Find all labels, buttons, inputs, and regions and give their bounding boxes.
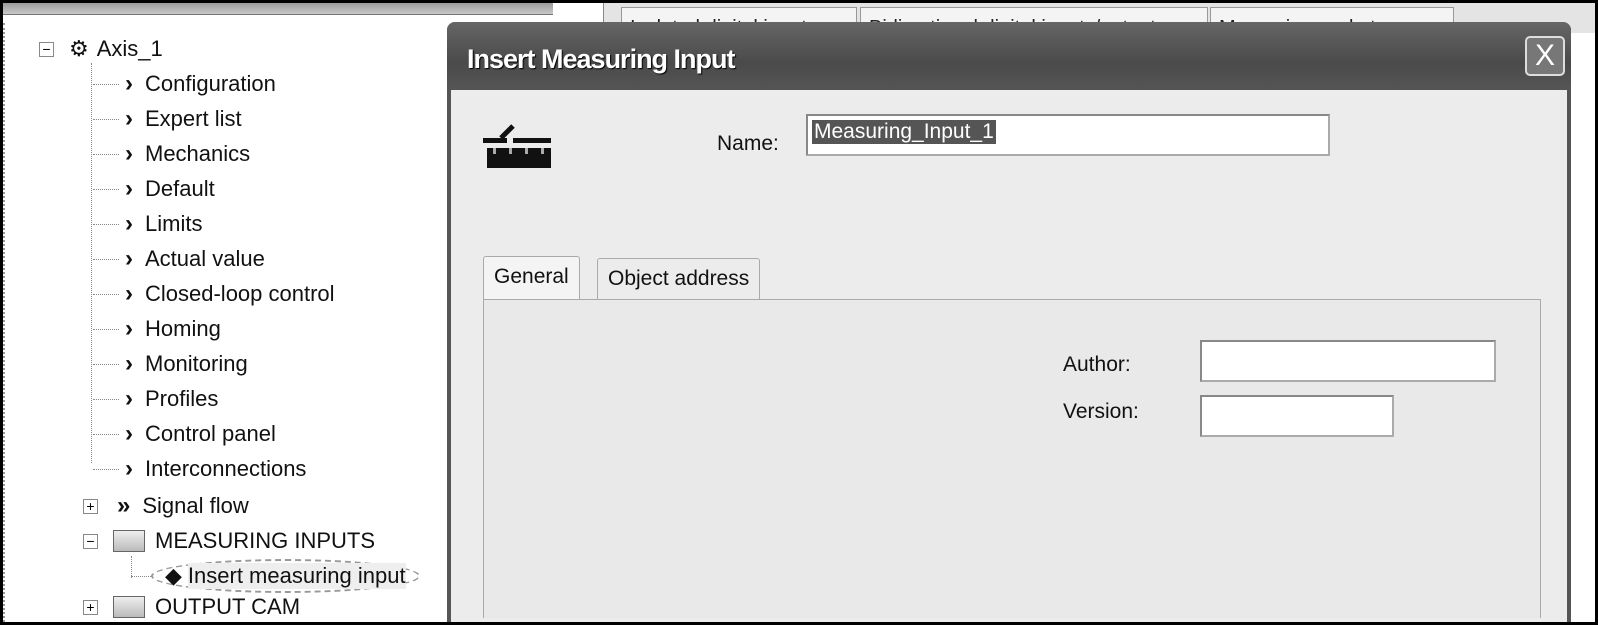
- tree-node-mechanics[interactable]: › Mechanics: [125, 139, 250, 169]
- tab-general[interactable]: General: [483, 256, 580, 300]
- tree-connector: [93, 294, 119, 295]
- chevron-right-icon: ›: [125, 210, 133, 237]
- chevron-right-icon: ›: [125, 175, 133, 202]
- chevron-right-icon: ›: [125, 245, 133, 272]
- author-label: Author:: [1063, 353, 1131, 376]
- tree-node-monitoring[interactable]: › Monitoring: [125, 349, 248, 379]
- double-chevron-icon: »: [117, 492, 131, 519]
- chevron-right-icon: ›: [125, 420, 133, 447]
- measuring-input-icon: [483, 124, 551, 168]
- tree-connector: [93, 224, 119, 225]
- tree-connector: [93, 119, 119, 120]
- tree-node-limits[interactable]: › Limits: [125, 209, 202, 239]
- chevron-right-icon: ›: [125, 455, 133, 482]
- tree-node-signal-flow[interactable]: » Signal flow: [117, 491, 249, 521]
- author-input[interactable]: [1200, 340, 1496, 382]
- chevron-right-icon: ›: [125, 105, 133, 132]
- tab-object-address[interactable]: Object address: [597, 258, 761, 300]
- tree-node-interconnections[interactable]: › Interconnections: [125, 454, 306, 484]
- tree-scrollbar[interactable]: [3, 3, 553, 15]
- collapse-axis-button[interactable]: −: [39, 42, 54, 57]
- tree-connector: [93, 259, 119, 260]
- chevron-right-icon: ›: [125, 385, 133, 412]
- chevron-right-icon: ›: [125, 350, 133, 377]
- chevron-right-icon: ›: [125, 140, 133, 167]
- expand-signal-flow-button[interactable]: +: [83, 499, 98, 514]
- tree-node-measuring-inputs[interactable]: MEASURING INPUTS: [113, 526, 375, 556]
- tree-node-default[interactable]: › Default: [125, 174, 215, 204]
- project-tree: − ⚙ Axis_1 › Configuration › Expert list › Me…: [3, 23, 447, 622]
- tree-node-profiles[interactable]: › Profiles: [125, 384, 218, 414]
- tree-connector: [93, 189, 119, 190]
- tree-connector: [93, 469, 119, 470]
- tree-node-control-panel[interactable]: › Control panel: [125, 419, 276, 449]
- tree-node-configuration[interactable]: › Configuration: [125, 69, 276, 99]
- dialog-title: Insert Measuring Input: [467, 44, 736, 74]
- insert-icon: ◆: [165, 563, 182, 588]
- name-input[interactable]: Measuring_Input_1: [806, 114, 1330, 156]
- tree-node-actual-value[interactable]: › Actual value: [125, 244, 265, 274]
- tree-connector: [93, 84, 119, 85]
- tree-connector: [93, 329, 119, 330]
- folder-icon: [113, 530, 145, 552]
- folder-icon: [113, 596, 145, 618]
- tree-connector: [93, 154, 119, 155]
- general-tab-panel: Author: Version:: [483, 299, 1541, 618]
- tree-connector: [93, 364, 119, 365]
- tree-node-axis[interactable]: ⚙ Axis_1: [69, 34, 163, 64]
- chevron-right-icon: ›: [125, 280, 133, 307]
- tree-connector: [93, 434, 119, 435]
- collapse-measuring-inputs-button[interactable]: −: [83, 534, 98, 549]
- dialog-title-bar[interactable]: Insert Measuring Input X: [447, 22, 1571, 90]
- axis-icon: ⚙: [69, 36, 89, 61]
- insert-measuring-input-dialog: Insert Measuring Input X Name: Measuring…: [447, 22, 1571, 622]
- tree-node-homing[interactable]: › Homing: [125, 314, 221, 344]
- chevron-right-icon: ›: [125, 70, 133, 97]
- tree-node-insert-measuring-input[interactable]: ◆ Insert measuring input: [151, 559, 420, 593]
- tree-connector: [93, 399, 119, 400]
- expand-output-cam-button[interactable]: +: [83, 600, 98, 615]
- close-button[interactable]: X: [1525, 36, 1565, 76]
- chevron-right-icon: ›: [125, 315, 133, 342]
- name-label: Name:: [717, 132, 779, 155]
- version-input[interactable]: [1200, 395, 1394, 437]
- tree-node-expert-list[interactable]: › Expert list: [125, 104, 242, 134]
- version-label: Version:: [1063, 400, 1139, 423]
- tree-node-output-cam[interactable]: OUTPUT CAM: [113, 594, 300, 620]
- tree-node-closed-loop-control[interactable]: › Closed-loop control: [125, 279, 335, 309]
